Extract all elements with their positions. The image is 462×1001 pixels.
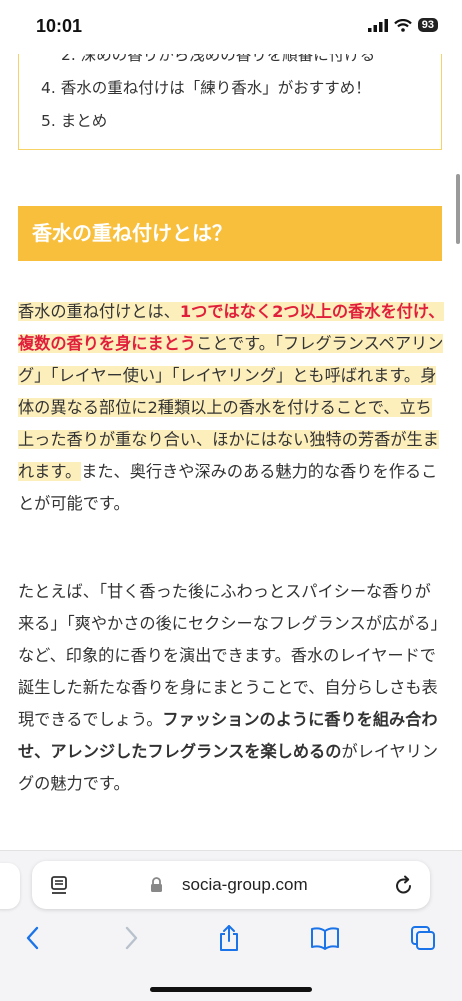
back-button[interactable] — [16, 923, 50, 953]
previous-tab-edge[interactable] — [0, 863, 20, 909]
chevron-right-icon — [125, 926, 138, 950]
url-text[interactable]: socia-group.com — [182, 875, 308, 895]
share-button[interactable] — [212, 923, 246, 953]
address-bar[interactable]: socia-group.com — [32, 861, 430, 909]
text: たとえば、「甘く香った後にふわっとスパイシーな香りが来る」「爽やかさの後にセクシ… — [18, 582, 439, 729]
toc-item[interactable]: 4. 香水の重ね付けは「練り香水」がおすすめ！ — [41, 76, 371, 98]
browser-toolbar: socia-group.com — [0, 850, 462, 1001]
table-of-contents: 2. 深めの香りから浅めの香りを順番に付ける 4. 香水の重ね付けは「練り香水」… — [18, 46, 442, 150]
status-time: 10:01 — [36, 16, 83, 36]
lock-icon — [151, 877, 162, 892]
chevron-left-icon — [26, 926, 39, 950]
text: また、奥行きや深みのある魅力的な香りを作ることが可能です。 — [18, 462, 438, 513]
bookmarks-button[interactable] — [308, 923, 342, 953]
status-bar: 10:01 93 — [0, 0, 462, 54]
text: 香水の重ね付けとは、 — [18, 302, 180, 321]
battery-indicator: 93 — [417, 18, 438, 32]
section-heading: 香水の重ね付けとは？ — [18, 206, 442, 261]
paragraph-example: たとえば、「甘く香った後にふわっとスパイシーな香りが来る」「爽やかさの後にセクシ… — [18, 576, 446, 800]
share-icon — [220, 925, 238, 951]
book-icon — [311, 927, 339, 950]
scrollbar[interactable] — [456, 174, 460, 244]
tabs-button[interactable] — [406, 923, 440, 953]
reader-icon[interactable] — [50, 875, 68, 895]
highlighted-text: 香水の重ね付けとは、1つではなく2つ以上の香水を付け、複数の香りを身にまとうこと… — [18, 302, 445, 481]
wifi-icon — [393, 18, 412, 32]
paragraph-intro: 香水の重ね付けとは、1つではなく2つ以上の香水を付け、複数の香りを身にまとうこと… — [18, 296, 446, 520]
reload-icon[interactable] — [394, 874, 414, 896]
forward-button[interactable] — [114, 923, 148, 953]
status-icons: 93 — [367, 18, 438, 32]
toc-item[interactable]: 5. まとめ — [41, 109, 107, 131]
tabs-icon — [411, 926, 435, 950]
home-indicator — [150, 987, 312, 992]
signal-icon — [367, 18, 388, 32]
text: ことです。「フレグランスペアリング」「レイヤー使い」「レイヤリング」とも呼ばれま… — [18, 334, 444, 481]
